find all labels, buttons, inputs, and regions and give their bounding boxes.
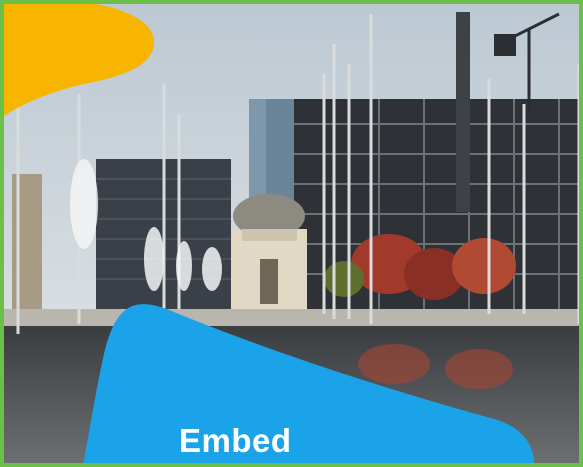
photo-card: Embed xyxy=(0,0,583,467)
embed-label[interactable]: Embed xyxy=(179,422,329,460)
yellow-blob-shape xyxy=(4,4,155,116)
